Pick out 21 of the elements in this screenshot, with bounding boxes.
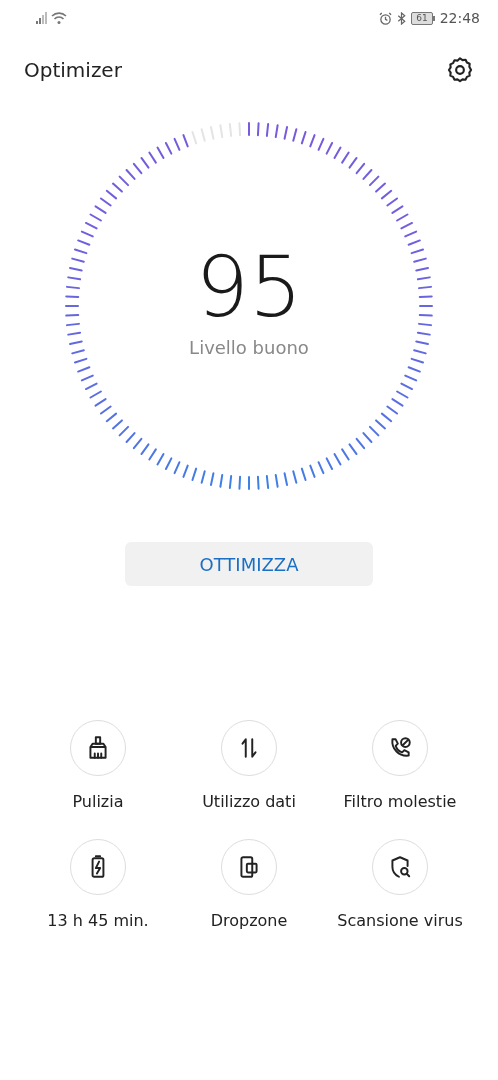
tool-label: 13 h 45 min. bbox=[47, 911, 149, 930]
page-title: Optimizer bbox=[24, 58, 122, 82]
settings-icon[interactable] bbox=[446, 56, 474, 84]
alarm-icon bbox=[379, 11, 393, 25]
tool-label: Filtro molestie bbox=[343, 792, 457, 811]
tool-button[interactable] bbox=[70, 839, 126, 895]
tool-button[interactable] bbox=[221, 839, 277, 895]
tool-button[interactable] bbox=[372, 720, 428, 776]
tool-label: Dropzone bbox=[210, 911, 288, 930]
tool-button[interactable] bbox=[70, 720, 126, 776]
tool-label: Pulizia bbox=[72, 792, 124, 811]
score-caption: Livello buono bbox=[189, 336, 309, 358]
tool-button[interactable] bbox=[372, 839, 428, 895]
optimize-button[interactable]: OTTIMIZZA bbox=[125, 542, 373, 586]
clock-time: 22:48 bbox=[439, 10, 480, 26]
tool-label: Utilizzo dati bbox=[202, 792, 296, 811]
battery-indicator: 61 bbox=[411, 11, 435, 25]
tool-label: Scansione virus bbox=[337, 911, 463, 930]
bluetooth-icon bbox=[397, 11, 407, 25]
score-value: 95 bbox=[195, 244, 303, 329]
tool-button[interactable] bbox=[221, 720, 277, 776]
